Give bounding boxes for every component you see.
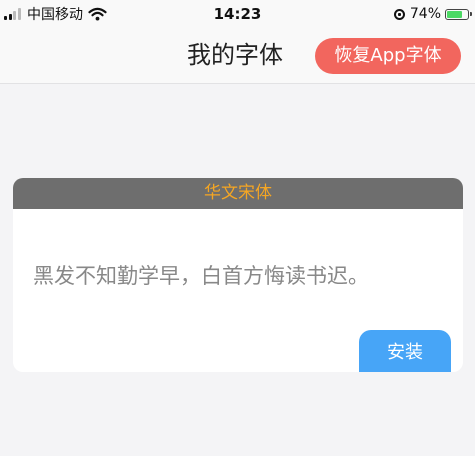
- restore-app-font-button[interactable]: 恢复App字体: [315, 38, 461, 74]
- battery-percent: 74%: [409, 6, 441, 22]
- page-title: 我的字体: [187, 41, 283, 69]
- battery-charging-icon: [445, 8, 472, 20]
- install-button[interactable]: 安装: [359, 330, 451, 372]
- status-right: 74%: [393, 5, 472, 23]
- nav-bar: 我的字体 恢复App字体: [0, 30, 475, 84]
- font-sample-text: 黑发不知勤学早，白首方悔读书迟。: [33, 264, 369, 288]
- status-bar: 中国移动 14:23 74%: [0, 0, 475, 30]
- font-name-header: 华文宋体: [13, 178, 463, 209]
- battery-level-fill: [447, 10, 462, 18]
- orientation-lock-icon: [393, 8, 405, 20]
- font-card: 华文宋体 黑发不知勤学早，白首方悔读书迟。 安装: [13, 178, 463, 372]
